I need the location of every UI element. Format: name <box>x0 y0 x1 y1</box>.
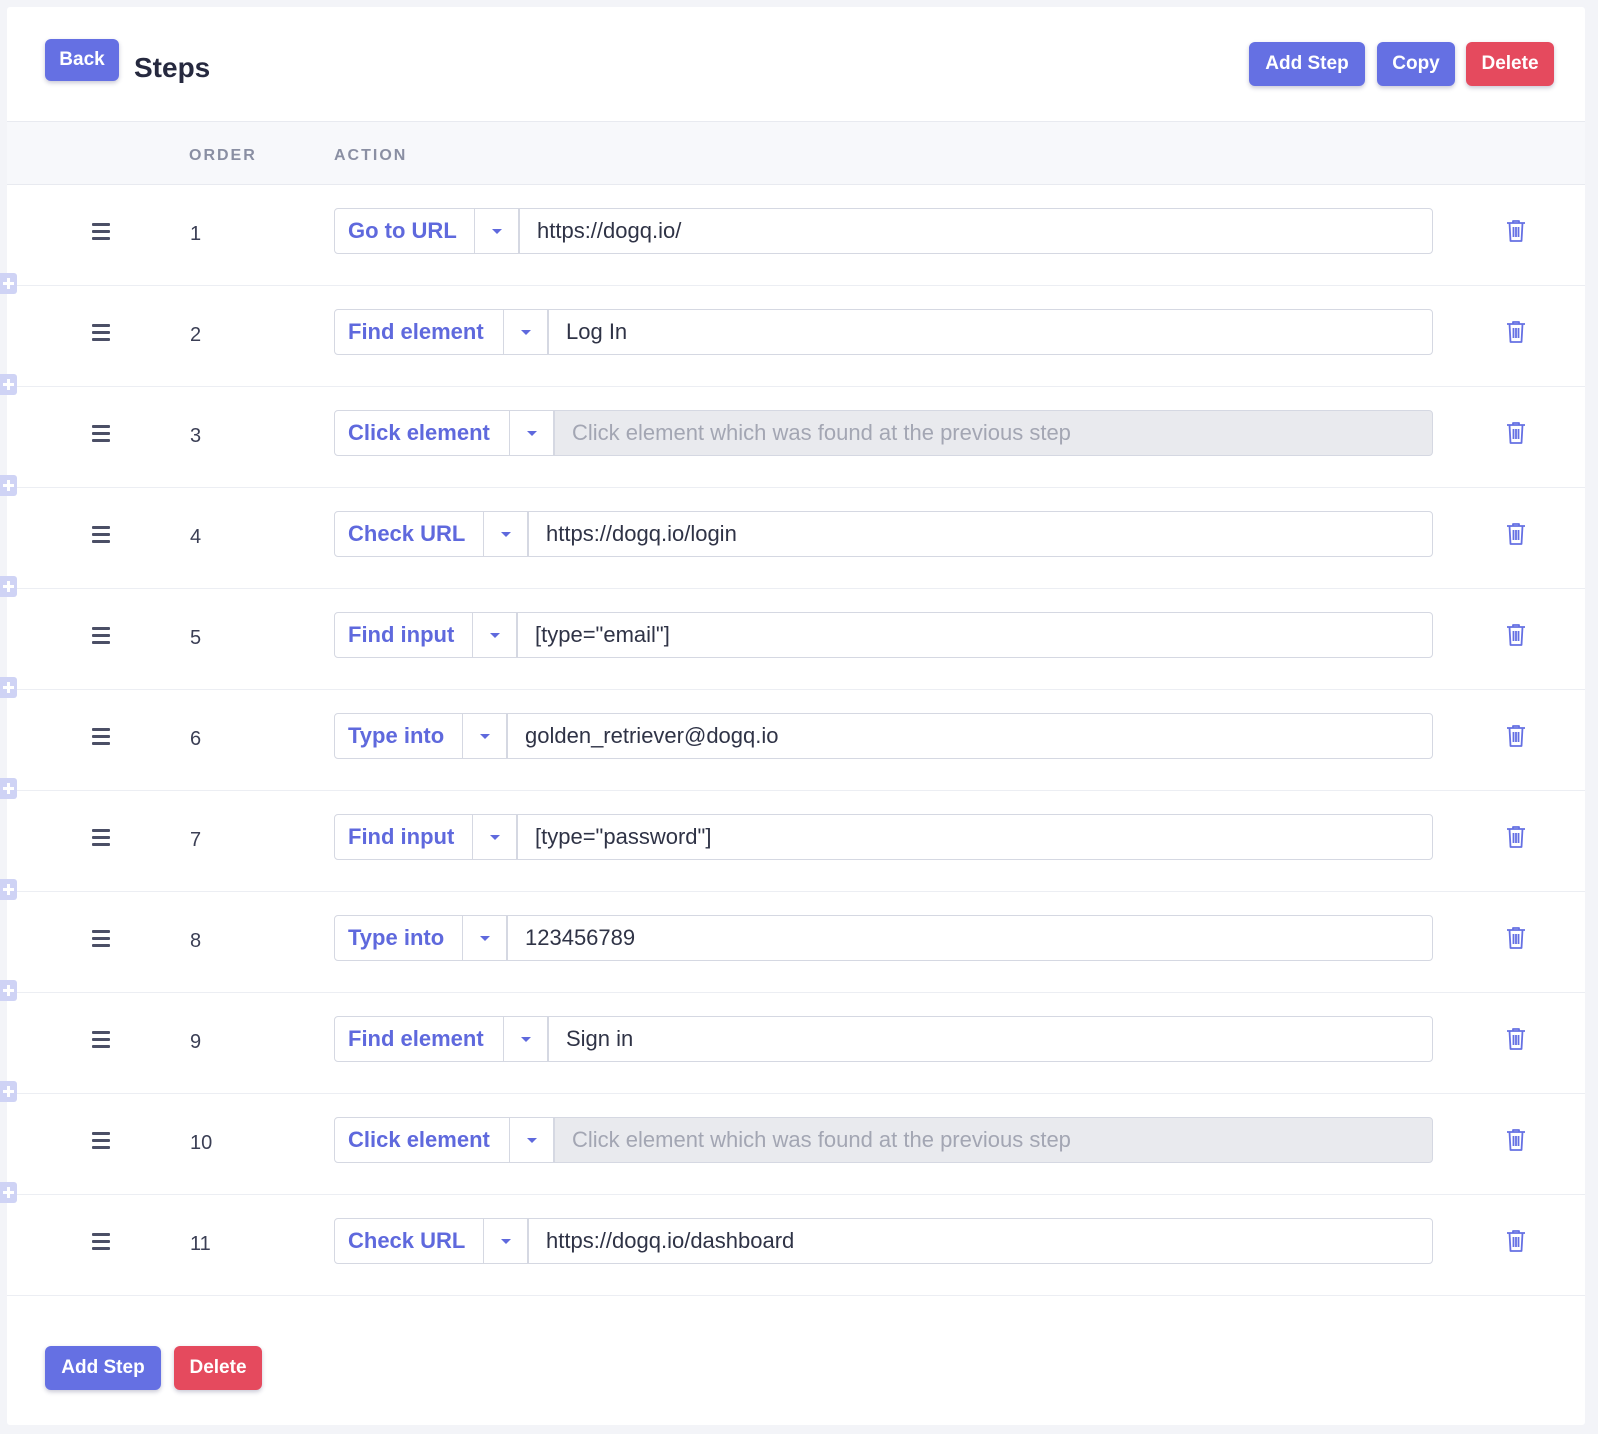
drag-handle-icon[interactable] <box>92 425 110 442</box>
action-select[interactable]: Type into <box>334 713 463 759</box>
trash-icon[interactable] <box>1505 1128 1527 1152</box>
drag-handle-icon[interactable] <box>92 223 110 240</box>
trash-icon[interactable] <box>1505 1229 1527 1253</box>
table-row: 9 Find element <box>7 992 1585 1094</box>
trash-icon[interactable] <box>1505 219 1527 243</box>
step-value-input[interactable] <box>528 511 1433 557</box>
table-row: 11 Check URL <box>7 1194 1585 1296</box>
page-header: Back Steps Add Step Copy Delete <box>7 7 1585 121</box>
step-value-input[interactable] <box>517 814 1433 860</box>
action-select[interactable]: Go to URL <box>334 208 475 254</box>
step-value-input[interactable] <box>507 713 1433 759</box>
drag-handle-icon[interactable] <box>92 728 110 745</box>
step-value-input <box>554 410 1433 456</box>
step-order: 4 <box>190 526 202 548</box>
step-order: 2 <box>190 324 202 346</box>
trash-icon[interactable] <box>1505 1027 1527 1051</box>
step-order: 6 <box>190 728 202 750</box>
step-order: 1 <box>190 223 202 245</box>
caret-down-icon[interactable] <box>473 814 517 860</box>
drag-handle-icon[interactable] <box>92 1031 110 1048</box>
add-step-button[interactable]: Add Step <box>1249 42 1365 86</box>
table-row: 2 Find element <box>7 285 1585 387</box>
step-value-input <box>554 1117 1433 1163</box>
drag-handle-icon[interactable] <box>92 526 110 543</box>
trash-icon[interactable] <box>1505 724 1527 748</box>
table-row: 1 Go to URL <box>7 184 1585 286</box>
column-header-action: ACTION <box>334 147 408 164</box>
caret-down-icon[interactable] <box>510 1117 554 1163</box>
step-value-input[interactable] <box>548 309 1433 355</box>
action-select[interactable]: Find element <box>334 309 504 355</box>
step-order: 3 <box>190 425 202 447</box>
page-title: Steps <box>134 52 211 83</box>
drag-handle-icon[interactable] <box>92 1233 110 1250</box>
trash-icon[interactable] <box>1505 320 1527 344</box>
trash-icon[interactable] <box>1505 421 1527 445</box>
step-order: 11 <box>190 1233 211 1255</box>
action-select[interactable]: Check URL <box>334 511 484 557</box>
action-select[interactable]: Find input <box>334 814 473 860</box>
drag-handle-icon[interactable] <box>92 930 110 947</box>
drag-handle-icon[interactable] <box>92 1132 110 1149</box>
action-select[interactable]: Find element <box>334 1016 504 1062</box>
caret-down-icon[interactable] <box>504 1016 548 1062</box>
table-row: 3 Click element <box>7 386 1585 488</box>
caret-down-icon[interactable] <box>463 915 507 961</box>
steps-card: Back Steps Add Step Copy Delete ORDER AC… <box>0 7 1585 1425</box>
table-row: 7 Find input <box>7 790 1585 892</box>
step-value-input[interactable] <box>507 915 1433 961</box>
footer-delete-button[interactable]: Delete <box>174 1346 262 1390</box>
footer-add-step-button[interactable]: Add Step <box>45 1346 161 1390</box>
column-header-order: ORDER <box>189 147 257 164</box>
step-order: 10 <box>190 1132 213 1154</box>
table-row: 10 Click element <box>7 1093 1585 1195</box>
table-header: ORDER ACTION <box>7 121 1585 185</box>
caret-down-icon[interactable] <box>510 410 554 456</box>
caret-down-icon[interactable] <box>484 1218 528 1264</box>
action-select[interactable]: Check URL <box>334 1218 484 1264</box>
action-select[interactable]: Click element <box>334 410 510 456</box>
action-select[interactable]: Type into <box>334 915 463 961</box>
table-row: 8 Type into <box>7 891 1585 993</box>
step-value-input[interactable] <box>528 1218 1433 1264</box>
step-value-input[interactable] <box>548 1016 1433 1062</box>
step-order: 5 <box>190 627 202 649</box>
copy-button[interactable]: Copy <box>1377 42 1455 86</box>
step-order: 9 <box>190 1031 202 1053</box>
step-value-input[interactable] <box>519 208 1433 254</box>
step-value-input[interactable] <box>517 612 1433 658</box>
drag-handle-icon[interactable] <box>92 829 110 846</box>
caret-down-icon[interactable] <box>473 612 517 658</box>
table-row: 6 Type into <box>7 689 1585 791</box>
drag-handle-icon[interactable] <box>92 627 110 644</box>
caret-down-icon[interactable] <box>475 208 519 254</box>
back-button[interactable]: Back <box>45 39 119 81</box>
table-row: 5 Find input <box>7 588 1585 690</box>
drag-handle-icon[interactable] <box>92 324 110 341</box>
table-row: 4 Check URL <box>7 487 1585 589</box>
trash-icon[interactable] <box>1505 522 1527 546</box>
action-select[interactable]: Find input <box>334 612 473 658</box>
step-order: 8 <box>190 930 202 952</box>
action-select[interactable]: Click element <box>334 1117 510 1163</box>
trash-icon[interactable] <box>1505 825 1527 849</box>
delete-button[interactable]: Delete <box>1466 42 1554 86</box>
step-order: 7 <box>190 829 202 851</box>
trash-icon[interactable] <box>1505 623 1527 647</box>
caret-down-icon[interactable] <box>484 511 528 557</box>
trash-icon[interactable] <box>1505 926 1527 950</box>
caret-down-icon[interactable] <box>504 309 548 355</box>
caret-down-icon[interactable] <box>463 713 507 759</box>
